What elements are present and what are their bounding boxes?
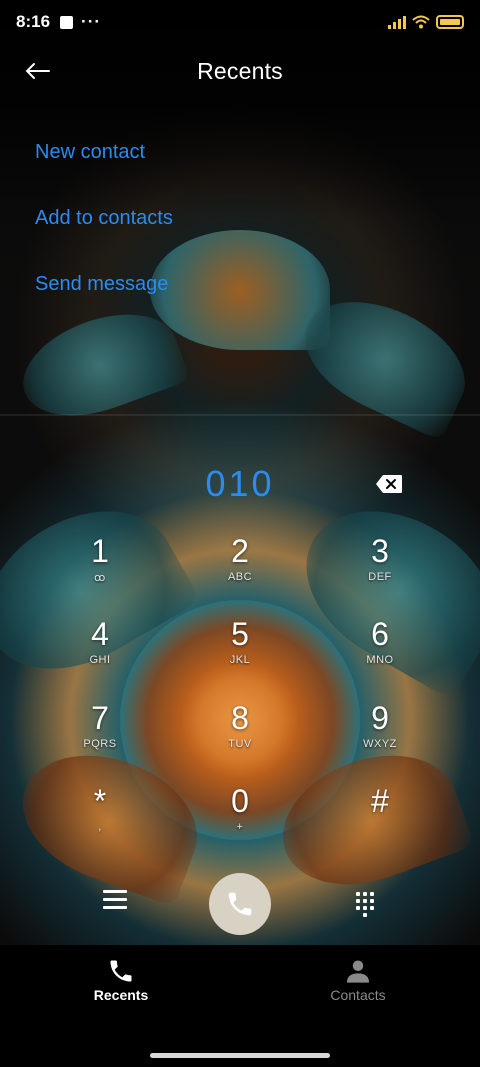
menu-icon: [103, 890, 127, 893]
key-1[interactable]: 1 ꝏ: [60, 533, 140, 603]
key-digit: 1: [91, 533, 109, 569]
bottom-nav: Recents Contacts: [0, 945, 480, 1067]
battery-icon: [436, 15, 464, 29]
menu-button[interactable]: [103, 890, 127, 912]
signal-icon: [388, 15, 406, 29]
key-letters: GHI: [89, 654, 111, 666]
page-title: Recents: [197, 57, 283, 84]
key-digit: 9: [371, 700, 389, 736]
key-letters: +: [236, 821, 244, 833]
key-digit: 2: [231, 533, 249, 569]
key-digit: 8: [231, 700, 249, 736]
person-icon: [346, 960, 370, 983]
tab-contacts[interactable]: Contacts: [288, 957, 428, 1003]
key-hash[interactable]: #: [340, 783, 420, 853]
key-digit: 3: [371, 533, 389, 569]
key-digit: 6: [371, 616, 389, 652]
more-notifications-icon: ···: [81, 12, 102, 31]
back-button[interactable]: [24, 56, 64, 86]
key-digit: 7: [91, 700, 109, 736]
key-5[interactable]: 5 JKL: [200, 616, 280, 686]
key-letters: JKL: [229, 654, 251, 666]
key-digit: 4: [91, 616, 109, 652]
call-button[interactable]: [209, 873, 271, 935]
key-letters: WXYZ: [363, 738, 397, 750]
key-3[interactable]: 3 DEF: [340, 533, 420, 603]
key-letters: MNO: [366, 654, 394, 666]
tab-label: Recents: [93, 987, 149, 1003]
home-indicator[interactable]: [150, 1053, 330, 1058]
wifi-icon: [412, 15, 430, 29]
key-letters: ABC: [227, 571, 253, 583]
phone-icon: [110, 960, 132, 982]
backspace-icon: [376, 475, 402, 493]
status-bar: 8:16 ···: [0, 0, 480, 44]
key-2[interactable]: 2 ABC: [200, 533, 280, 603]
key-9[interactable]: 9 WXYZ: [340, 700, 420, 770]
key-letters: ,: [98, 821, 102, 833]
key-letters: DEF: [368, 571, 392, 583]
key-digit: *: [93, 783, 107, 819]
key-7[interactable]: 7 PQRS: [60, 700, 140, 770]
key-star[interactable]: * ,: [60, 783, 140, 853]
key-8[interactable]: 8 TUV: [200, 700, 280, 770]
header: Recents: [0, 44, 480, 98]
key-0[interactable]: 0 +: [200, 783, 280, 853]
phone-icon: [228, 892, 252, 916]
key-digit: 5: [231, 616, 249, 652]
key-letters: TUV: [228, 738, 252, 750]
voicemail-icon: ꝏ: [94, 572, 106, 584]
key-6[interactable]: 6 MNO: [340, 616, 420, 686]
arrow-left-icon: [25, 63, 50, 79]
add-to-contacts-link[interactable]: Add to contacts: [35, 207, 173, 230]
new-contact-link[interactable]: New contact: [35, 141, 145, 164]
dialed-number[interactable]: 010: [0, 463, 480, 505]
key-digit: #: [371, 783, 389, 819]
key-4[interactable]: 4 GHI: [60, 616, 140, 686]
notification-icon: [60, 15, 74, 29]
dialpad-icon: [356, 892, 360, 896]
key-letters: PQRS: [83, 738, 117, 750]
key-digit: 0: [231, 783, 249, 819]
send-message-link[interactable]: Send message: [35, 273, 168, 296]
backspace-button[interactable]: [375, 474, 403, 494]
dialpad-toggle-button[interactable]: [356, 892, 374, 917]
divider: [0, 414, 480, 416]
status-indicators: [388, 15, 464, 29]
tab-label: Contacts: [330, 987, 386, 1003]
tab-recents[interactable]: Recents: [51, 957, 191, 1003]
status-time: 8:16: [16, 12, 51, 31]
